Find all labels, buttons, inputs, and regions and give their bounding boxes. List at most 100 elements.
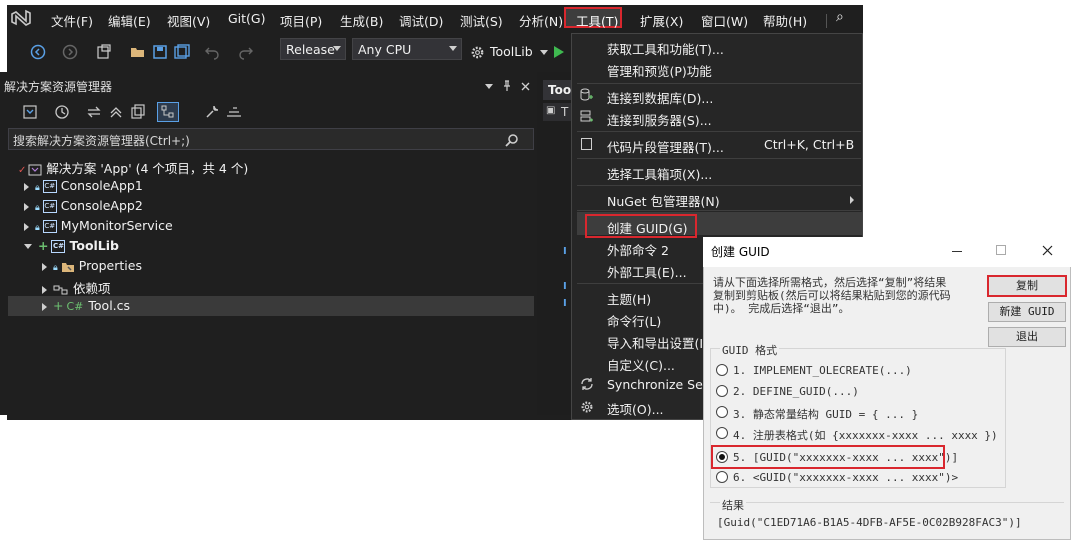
menu-item-nuget[interactable]: NuGet 包管理器(N) bbox=[607, 191, 720, 210]
server-connect-icon bbox=[580, 110, 593, 122]
radio-option-2[interactable] bbox=[716, 385, 728, 397]
new-project-icon[interactable] bbox=[96, 44, 112, 60]
new-guid-button[interactable]: 新建 GUID bbox=[988, 302, 1066, 322]
menu-item-external-tools[interactable]: 外部工具(E)... bbox=[607, 262, 687, 281]
search-icon[interactable] bbox=[505, 133, 519, 147]
expand-arrow-icon[interactable] bbox=[42, 285, 47, 294]
open-folder-icon[interactable] bbox=[130, 44, 146, 60]
save-icon[interactable] bbox=[152, 44, 168, 60]
sync-icon[interactable] bbox=[86, 104, 102, 120]
menu-help[interactable]: 帮助(H) bbox=[763, 11, 807, 30]
gear-icon[interactable] bbox=[470, 45, 485, 60]
menu-item-connect-server[interactable]: 连接到服务器(S)... bbox=[607, 110, 712, 129]
menu-debug[interactable]: 调试(D) bbox=[399, 11, 443, 30]
tree-project-mymonitorservice[interactable]: 🔒︎ C# MyMonitorService bbox=[24, 218, 173, 233]
menu-tools[interactable]: 工具(T) bbox=[564, 7, 622, 29]
tree-project-consoleapp1[interactable]: 🔒︎ C# ConsoleApp1 bbox=[24, 178, 143, 193]
tree-item-properties[interactable]: 🔒︎ Properties bbox=[42, 258, 142, 273]
copy-pages-icon[interactable] bbox=[130, 104, 146, 120]
editor-tab[interactable]: Too bbox=[543, 80, 573, 100]
menu-item-import-export[interactable]: 导入和导出设置(I) bbox=[607, 333, 708, 352]
tree-project-consoleapp2[interactable]: 🔒︎ C# ConsoleApp2 bbox=[24, 198, 143, 213]
menu-window[interactable]: 窗口(W) bbox=[701, 11, 748, 30]
snippet-checkbox-icon bbox=[581, 138, 592, 150]
menu-extensions[interactable]: 扩展(X) bbox=[640, 11, 683, 30]
radio-option-1[interactable] bbox=[716, 364, 728, 376]
exit-button[interactable]: 退出 bbox=[988, 327, 1066, 347]
menu-item-theme[interactable]: 主题(H) bbox=[607, 289, 651, 308]
database-connect-icon bbox=[580, 88, 593, 101]
menu-item-get-tools[interactable]: 获取工具和功能(T)... bbox=[607, 39, 724, 58]
back-icon[interactable] bbox=[30, 44, 46, 60]
menu-file[interactable]: 文件(F) bbox=[51, 11, 93, 30]
collapse-all-icon[interactable] bbox=[108, 104, 124, 120]
minimize-icon[interactable] bbox=[952, 251, 962, 252]
radio-option-6[interactable] bbox=[716, 471, 728, 483]
history-icon[interactable] bbox=[54, 104, 70, 120]
tree-solution[interactable]: ✓ 解决方案 'App' (4 个项目，共 4 个) bbox=[18, 158, 248, 177]
expand-arrow-icon[interactable] bbox=[24, 202, 29, 211]
radio-option-3[interactable] bbox=[716, 406, 728, 418]
tree-project-toollib[interactable]: + C# ToolLib bbox=[24, 238, 119, 253]
wrench-icon[interactable] bbox=[204, 104, 220, 120]
platform-dropdown[interactable]: Any CPU bbox=[352, 38, 462, 60]
option-label: 3. 静态常量结构 GUID = { ... } bbox=[733, 408, 919, 421]
editor-area bbox=[537, 72, 573, 415]
vs-switch-views-icon[interactable] bbox=[22, 104, 38, 120]
menu-git[interactable]: Git(G) bbox=[228, 11, 266, 26]
menu-build[interactable]: 生成(B) bbox=[340, 11, 383, 30]
maximize-icon[interactable] bbox=[996, 245, 1006, 255]
menu-item-external-command-2[interactable]: 外部命令 2 bbox=[607, 240, 669, 259]
lock-icon: 🔒︎ bbox=[53, 263, 58, 273]
pin-icon[interactable] bbox=[502, 80, 512, 92]
close-icon[interactable] bbox=[1042, 245, 1053, 256]
menu-separator bbox=[577, 131, 861, 132]
menu-item-command-line[interactable]: 命令行(L) bbox=[607, 311, 661, 330]
collapse-arrow-icon[interactable] bbox=[24, 244, 32, 249]
expand-arrow-icon[interactable] bbox=[42, 262, 47, 271]
redo-icon[interactable] bbox=[238, 44, 254, 60]
menu-test[interactable]: 测试(S) bbox=[460, 11, 503, 30]
item-label: Tool.cs bbox=[88, 298, 131, 313]
guid-format-label: GUID 格式 bbox=[720, 342, 780, 358]
editor-nav-dropdown[interactable]: ▣ T bbox=[543, 103, 573, 121]
expand-arrow-icon[interactable] bbox=[42, 302, 47, 311]
menu-item-manage-preview[interactable]: 管理和预览(P)功能 bbox=[607, 61, 712, 80]
chevron-down-icon[interactable] bbox=[540, 50, 548, 55]
menu-item-synchronize-settings[interactable]: Synchronize Sett bbox=[607, 377, 713, 392]
menu-item-options[interactable]: 选项(O)... bbox=[607, 399, 664, 418]
undo-icon[interactable] bbox=[204, 44, 220, 60]
expand-arrow-icon[interactable] bbox=[24, 222, 29, 231]
menu-analyze[interactable]: 分析(N) bbox=[519, 11, 563, 30]
panel-options-icon[interactable] bbox=[485, 84, 493, 89]
configuration-dropdown[interactable]: Release bbox=[280, 38, 346, 60]
save-all-icon[interactable] bbox=[174, 44, 190, 60]
start-play-icon[interactable] bbox=[553, 45, 565, 59]
menu-separator bbox=[577, 185, 861, 186]
menu-item-snippet-manager[interactable]: 代码片段管理器(T)... bbox=[607, 137, 724, 156]
tree-item-tool-cs[interactable]: + C# Tool.cs bbox=[42, 298, 130, 313]
solution-explorer-title: 解决方案资源管理器 bbox=[4, 80, 113, 94]
radio-option-4[interactable] bbox=[716, 427, 728, 439]
search-icon[interactable]: ⌕ bbox=[836, 9, 844, 25]
startup-project-label[interactable]: ToolLib bbox=[490, 44, 533, 59]
tree-structure-icon bbox=[161, 105, 174, 118]
preview-icon[interactable] bbox=[225, 104, 243, 120]
solution-icon bbox=[28, 164, 42, 175]
menu-item-choose-toolbox[interactable]: 选择工具箱项(X)... bbox=[607, 164, 712, 183]
option-label: 6. <GUID("xxxxxxx-xxxx ... xxxx")> bbox=[733, 471, 959, 484]
menu-item-connect-database[interactable]: 连接到数据库(D)... bbox=[607, 88, 713, 107]
project-label: ToolLib bbox=[69, 238, 120, 253]
expand-arrow-icon[interactable] bbox=[24, 182, 29, 191]
forward-icon[interactable] bbox=[62, 44, 78, 60]
shortcut-label: Ctrl+K, Ctrl+B bbox=[764, 137, 855, 152]
close-icon[interactable] bbox=[521, 82, 530, 91]
visual-studio-logo-icon[interactable] bbox=[10, 8, 32, 28]
solution-search-input[interactable]: 搜索解决方案资源管理器(Ctrl+;) bbox=[8, 128, 534, 150]
menu-edit[interactable]: 编辑(E) bbox=[108, 11, 151, 30]
menu-item-customize[interactable]: 自定义(C)... bbox=[607, 355, 675, 374]
menu-view[interactable]: 视图(V) bbox=[167, 11, 210, 30]
menu-project[interactable]: 项目(P) bbox=[280, 11, 322, 30]
properties-folder-icon bbox=[61, 262, 74, 272]
tree-item-dependencies[interactable]: 依赖项 bbox=[42, 278, 111, 297]
